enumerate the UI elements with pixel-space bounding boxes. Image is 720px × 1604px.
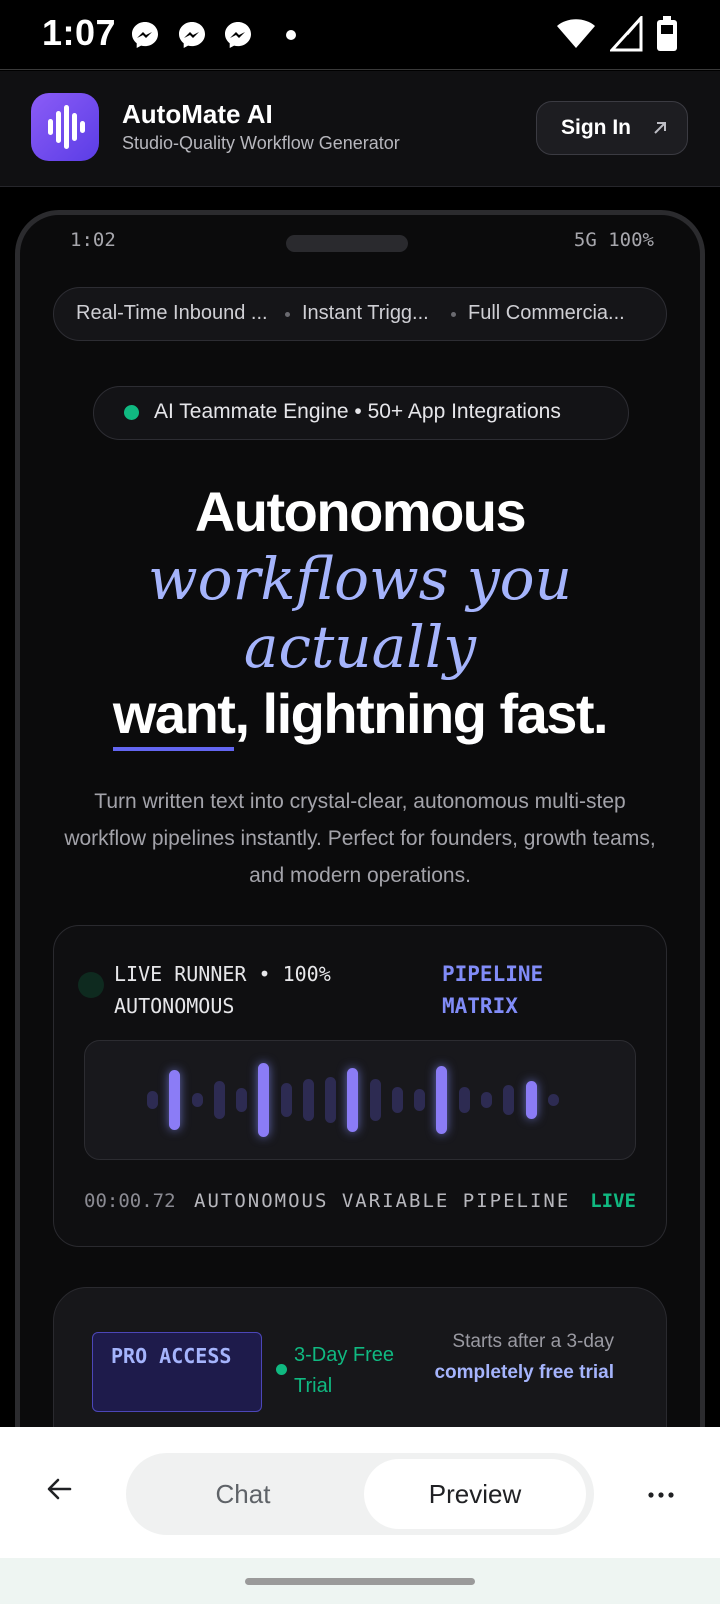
waveform-bar [436, 1066, 447, 1134]
waveform-visualizer [84, 1040, 636, 1160]
trial-note-emphasis: completely free trial [434, 1362, 614, 1383]
waveform-bar [303, 1079, 314, 1121]
waveform-bar [236, 1088, 247, 1112]
ticker-separator [285, 312, 290, 317]
engine-badge-text: AI Teammate Engine • 50+ App Integration… [154, 400, 561, 423]
headline-underlined-word: want [112, 682, 236, 751]
trial-note-prefix: Starts after a 3-day [452, 1331, 614, 1352]
live-runner-card: LIVE RUNNER • 100% AUTONOMOUS PIPELINE M… [53, 925, 667, 1247]
waveform-bar [214, 1081, 225, 1119]
runner-status: LIVE RUNNER • 100% AUTONOMOUS [114, 962, 331, 1018]
waveform-bar [526, 1081, 537, 1119]
hero-description: Turn written text into crystal-clear, au… [64, 790, 656, 887]
app-logo [31, 93, 99, 161]
messenger-icon [225, 22, 251, 48]
runner-status-dot-icon [78, 972, 104, 998]
tab-preview[interactable]: Preview [364, 1459, 586, 1529]
external-arrow-icon [654, 122, 666, 134]
ticker-item: Instant Trigg... [302, 302, 429, 324]
messenger-icon [179, 22, 205, 48]
waveform-bar [147, 1091, 158, 1109]
pipeline-matrix-label: PIPELINE MATRIX [442, 962, 544, 1018]
ticker-item: Full Commercia... [468, 302, 625, 324]
waveform-bar [548, 1094, 559, 1106]
app-tagline: Studio-Quality Workflow Generator [122, 133, 400, 153]
waveform-bar [192, 1093, 203, 1107]
waveform-bar [169, 1070, 180, 1130]
headline-line-4-rest: , lightning fast. [234, 682, 608, 745]
waveform-bar [481, 1092, 492, 1108]
free-trial-label: 3-Day Free Trial [294, 1344, 395, 1397]
tab-chat[interactable]: Chat [126, 1453, 360, 1535]
cellular-signal-icon [610, 16, 643, 52]
ticker-item: Real-Time Inbound ... [76, 302, 268, 324]
headline-line-4: want, lightning fast. [20, 681, 700, 751]
gesture-bar [0, 1558, 720, 1604]
wifi-icon [557, 19, 595, 48]
system-status-bar: 1:07 [0, 0, 720, 70]
waveform-bar [370, 1079, 381, 1121]
back-arrow-icon[interactable] [44, 1474, 74, 1504]
status-time: 1:07 [42, 12, 117, 53]
app-header: AutoMate AI Studio-Quality Workflow Gene… [0, 71, 720, 187]
device-notch [286, 235, 408, 252]
notification-dot-icon [286, 30, 296, 40]
runner-pipeline-label: AUTONOMOUS VARIABLE PIPELINE [194, 1190, 571, 1212]
waveform-bar [459, 1087, 470, 1113]
waveform-bar [347, 1068, 358, 1132]
bottom-navigation: Chat Preview [0, 1427, 720, 1558]
app-title: AutoMate AI [122, 99, 273, 129]
ticker-separator [451, 312, 456, 317]
trial-dot-icon [276, 1364, 287, 1375]
live-indicator: LIVE [590, 1190, 636, 1212]
sign-in-button[interactable]: Sign In [536, 101, 688, 155]
headline-line-1: Autonomous [194, 480, 527, 543]
waveform-bar [281, 1083, 292, 1117]
waveform-bar [414, 1089, 425, 1111]
sign-in-label: Sign In [561, 116, 631, 139]
status-dot-icon [124, 405, 139, 420]
more-options-icon[interactable] [648, 1491, 674, 1499]
home-indicator[interactable] [245, 1578, 475, 1585]
trial-note: Starts after a 3-day completely free tri… [414, 1326, 614, 1388]
device-network-status: 5G 100% [573, 229, 654, 251]
headline-line-2: workflows you [148, 545, 572, 613]
waveform-logo-icon [48, 105, 85, 149]
waveform-bar [503, 1085, 514, 1115]
view-toggle: Chat Preview [126, 1453, 594, 1535]
waveform-bar [258, 1063, 269, 1137]
messenger-icon [132, 22, 158, 48]
device-preview-frame: 1:02 5G 100% Real-Time Inbound ... Insta… [15, 210, 705, 1470]
headline-line-3: actually [243, 613, 477, 681]
engine-badge: AI Teammate Engine • 50+ App Integration… [93, 386, 629, 440]
device-time: 1:02 [70, 229, 116, 251]
runner-timer: 00:00.72 [84, 1190, 176, 1212]
feature-ticker: Real-Time Inbound ... Instant Trigg... F… [53, 287, 667, 341]
pro-access-badge: PRO ACCESS [92, 1332, 262, 1412]
waveform-bar [325, 1077, 336, 1123]
waveform-bar [392, 1087, 403, 1113]
battery-icon [657, 16, 677, 51]
